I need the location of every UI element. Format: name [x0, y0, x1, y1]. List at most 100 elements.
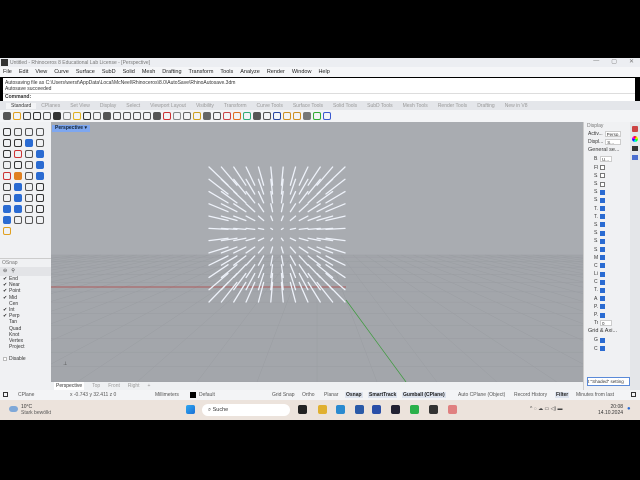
toolbar-button-icon[interactable] [263, 112, 271, 120]
layer[interactable]: Default [199, 392, 215, 398]
tool-icon[interactable] [3, 128, 11, 136]
app-icon[interactable] [448, 405, 457, 414]
toolbar-button-icon[interactable] [223, 112, 231, 120]
toolbar-button-icon[interactable] [283, 112, 291, 120]
toggle-planar[interactable]: Planar [324, 392, 338, 398]
tab-solid-tools[interactable]: Solid Tools [328, 103, 362, 109]
checkmark-icon[interactable]: ✔ [3, 277, 7, 282]
tool-icon[interactable] [25, 172, 33, 180]
tool-icon[interactable] [25, 150, 33, 158]
toggle-grid-snap[interactable]: Grid Snap [272, 392, 295, 398]
checkbox[interactable] [3, 327, 7, 331]
toggle-ortho[interactable]: Ortho [302, 392, 315, 398]
menu-subd[interactable]: SubD [102, 69, 116, 75]
toolbar-button-icon[interactable] [133, 112, 141, 120]
toolbar-button-icon[interactable] [33, 112, 41, 120]
tool-icon[interactable] [25, 139, 33, 147]
menu-tools[interactable]: Tools [220, 69, 233, 75]
tool-icon[interactable] [14, 216, 22, 224]
toolbar-button-icon[interactable] [23, 112, 31, 120]
tab-drafting[interactable]: Drafting [472, 103, 500, 109]
toolbar-button-icon[interactable] [93, 112, 101, 120]
toolbar-button-icon[interactable] [163, 112, 171, 120]
checked-checkbox[interactable] [600, 346, 605, 352]
toolbar-button-icon[interactable] [313, 112, 321, 120]
checkmark-icon[interactable]: ✔ [3, 289, 7, 294]
panel-toggle-icon[interactable] [3, 392, 8, 397]
tool-icon[interactable] [36, 216, 44, 224]
toolbar-button-icon[interactable] [103, 112, 111, 120]
tool-icon[interactable] [14, 205, 22, 213]
task-view-icon[interactable] [298, 405, 307, 414]
tool-icon[interactable] [3, 172, 11, 180]
tool-icon[interactable] [14, 194, 22, 202]
menu-solid[interactable]: Solid [123, 69, 135, 75]
menu-analyze[interactable]: Analyze [240, 69, 260, 75]
checkmark-icon[interactable]: ✔ [3, 295, 7, 300]
rhino-taskbar-icon[interactable] [429, 405, 438, 414]
toolbar-button-icon[interactable] [83, 112, 91, 120]
tool-icon[interactable] [36, 139, 44, 147]
tool-icon[interactable] [3, 150, 11, 158]
tool-icon[interactable] [3, 183, 11, 191]
store-icon[interactable] [355, 405, 364, 414]
tool-icon[interactable] [3, 227, 11, 235]
tab-render-tools[interactable]: Render Tools [433, 103, 472, 109]
tab-set-view[interactable]: Set View [65, 103, 95, 109]
toolbar-button-icon[interactable] [213, 112, 221, 120]
checkmark-icon[interactable]: ✔ [3, 308, 7, 313]
tray-icons[interactable]: ^ ◌ ☁ ▭ ◁) ▬ [530, 406, 563, 412]
tab-display[interactable]: Display [95, 103, 121, 109]
command-input[interactable]: Command: [3, 93, 635, 101]
tool-icon[interactable] [3, 205, 11, 213]
setting-value[interactable]: 0 [600, 320, 612, 327]
menu-window[interactable]: Window [292, 69, 312, 75]
tool-icon[interactable] [14, 161, 22, 169]
checked-checkbox[interactable] [600, 337, 605, 343]
toggle-osnap[interactable]: Osnap [345, 392, 363, 398]
tab-select[interactable]: Select [121, 103, 145, 109]
start-icon[interactable] [186, 405, 195, 414]
checked-checkbox[interactable] [600, 197, 605, 203]
toolbar-button-icon[interactable] [123, 112, 131, 120]
tool-icon[interactable] [36, 183, 44, 191]
viewport-tab-front[interactable]: Front [108, 382, 120, 390]
cplane-label[interactable]: CPlane [18, 392, 34, 398]
environment-icon[interactable] [632, 155, 638, 160]
materials-icon[interactable] [632, 126, 638, 132]
tab-new-in-v8[interactable]: New in V8 [500, 103, 533, 109]
checked-checkbox[interactable] [600, 312, 605, 318]
toggle-record-history[interactable]: Record History [514, 392, 547, 398]
viewport-canvas[interactable]: ⊥ [51, 122, 583, 382]
layer-color-swatch[interactable] [190, 392, 196, 398]
toolbar-button-icon[interactable] [143, 112, 151, 120]
viewport-tab-+[interactable]: + [148, 382, 151, 390]
osnap-tab-icon[interactable]: ⊖ [3, 268, 7, 275]
menu-mesh[interactable]: Mesh [142, 69, 155, 75]
color-icon[interactable] [632, 136, 638, 142]
display-mode-select[interactable]: S... [605, 139, 622, 146]
checked-checkbox[interactable] [600, 263, 605, 269]
tool-icon[interactable] [3, 216, 11, 224]
checked-checkbox[interactable] [600, 287, 605, 293]
clock-date[interactable]: 14.10.2024 [598, 410, 623, 416]
tool-icon[interactable] [25, 194, 33, 202]
checked-checkbox[interactable] [600, 255, 605, 261]
tool-icon[interactable] [36, 205, 44, 213]
checked-checkbox[interactable] [600, 279, 605, 285]
viewport-tab-perspective[interactable]: Perspective [54, 382, 85, 390]
notification-bell-icon[interactable]: ● [627, 406, 631, 412]
search-box[interactable]: ⌕ Suche [202, 404, 290, 416]
tab-mesh-tools[interactable]: Mesh Tools [398, 103, 433, 109]
toolbar-button-icon[interactable] [193, 112, 201, 120]
checkbox[interactable] [600, 181, 605, 187]
tab-curve-tools[interactable]: Curve Tools [252, 103, 288, 109]
toolbar-button-icon[interactable] [53, 112, 61, 120]
tool-icon[interactable] [3, 161, 11, 169]
weather-desc[interactable]: Stark bewölkt [21, 410, 51, 416]
setting-value[interactable]: U... [600, 156, 612, 163]
menu-file[interactable]: File [3, 69, 12, 75]
osnap-disable[interactable]: Disable [0, 356, 51, 362]
checkmark-icon[interactable]: ✔ [3, 283, 7, 288]
tool-icon[interactable] [36, 194, 44, 202]
